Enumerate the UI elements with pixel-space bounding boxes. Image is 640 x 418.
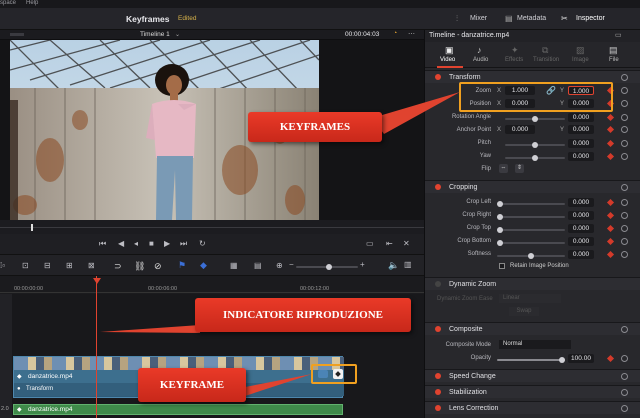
- keyframes-callout: KEYFRAMES: [248, 112, 382, 142]
- keyframe-callout: KEYFRAME: [138, 368, 246, 402]
- callout-pointers: [100, 92, 460, 396]
- playhead-callout: INDICATORE RIPRODUZIONE: [195, 298, 411, 332]
